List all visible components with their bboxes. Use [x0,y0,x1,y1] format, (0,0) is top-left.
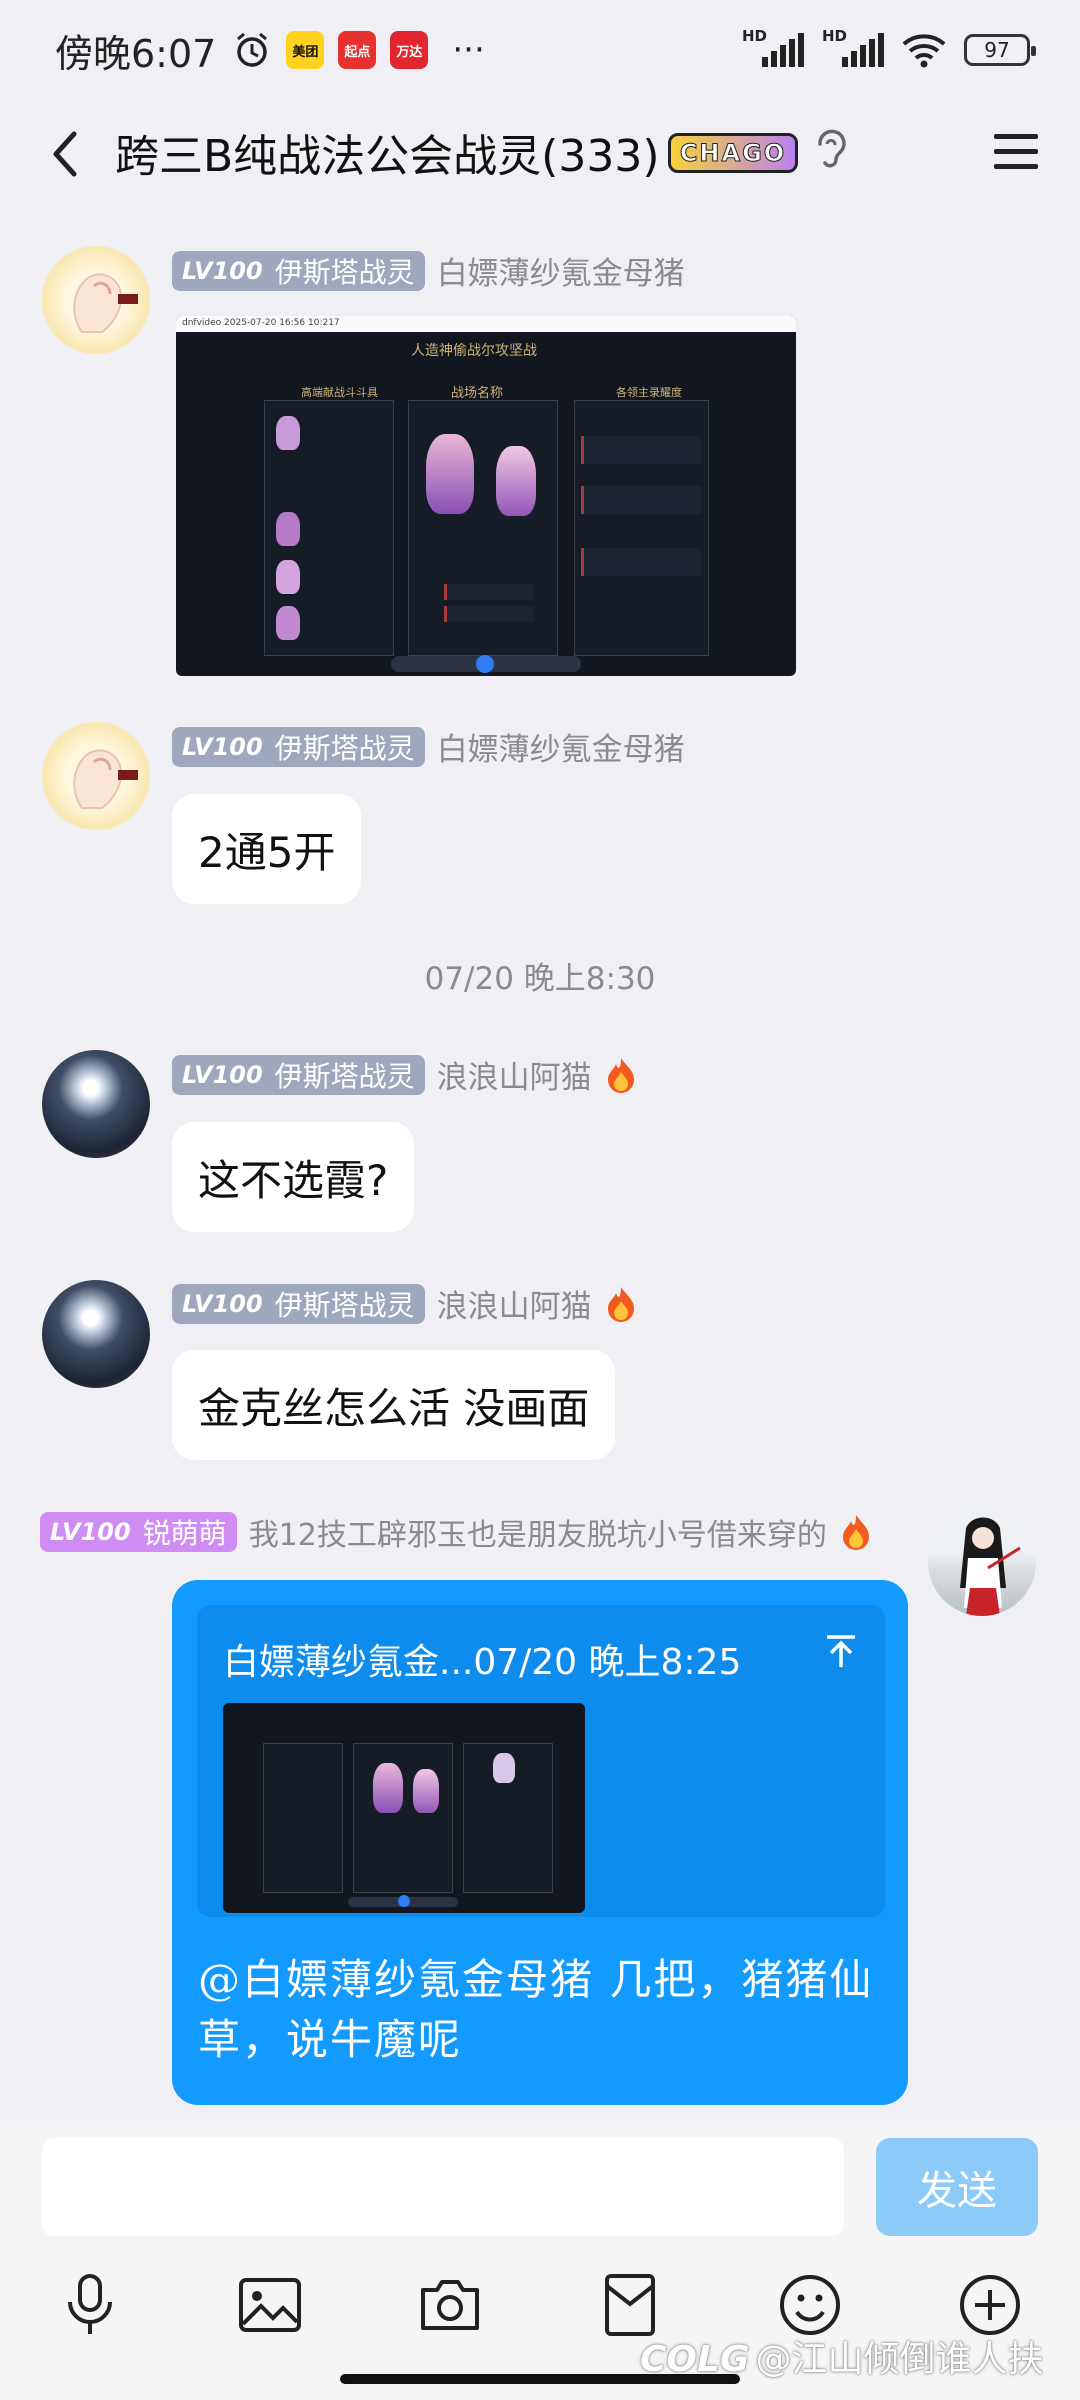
signal-icon-2: HD [822,27,884,67]
more-notifications-icon: ··· [452,30,485,70]
earpiece-mode-icon[interactable] [810,124,850,176]
level-badge: LV100 伊斯塔战灵 [172,250,425,291]
self-title: 我12技工辟邪玉也是朋友脱坑小号借来穿的 [248,1518,827,1553]
alarm-icon [237,32,268,67]
message-input[interactable] [42,2138,844,2236]
sender-name[interactable]: 浪浪山阿猫 [437,1052,592,1097]
status-time: 傍晚6:07 [55,31,217,76]
screenshot-window-title: dnfvideo 2025-07-20 16:56 10:217 [182,318,340,328]
send-button[interactable]: 发送 [876,2138,1038,2236]
screenshot-left-col: 高端献战斗斗具 [301,386,378,399]
chat-screen: 傍晚6:07 美团 起点 万达 ··· HD HD 97 跨三B纯战法公会战灵(… [0,0,1080,2400]
image-message[interactable]: dnfvideo 2025-07-20 16:56 10:217 人造神偷战尔攻… [176,316,796,676]
avatar[interactable] [42,246,150,354]
avatar[interactable] [42,722,150,830]
fire-icon [607,1286,634,1322]
screenshot-right-col: 各领主录耀度 [616,386,682,399]
message-meta: LV100 伊斯塔战灵 浪浪山阿猫 [172,1052,638,1097]
timestamp: 07/20 晚上8:30 [424,961,656,997]
chat-header: 跨三B纯战法公会战灵(333) CHAGO [0,100,1080,218]
signal-icon: HD [742,27,804,67]
self-avatar[interactable] [928,1508,1036,1616]
screenshot-heading: 人造神偷战尔攻坚战 [411,343,537,359]
girl-avatar-icon [960,1517,1021,1616]
quoted-image-thumbnail [223,1703,585,1913]
text-bubble[interactable]: 金克丝怎么活 没画面 [172,1350,616,1460]
wifi-icon [902,34,946,68]
sender-name[interactable]: 浪浪山阿猫 [437,1281,592,1326]
message-meta: LV100 伊斯塔战灵 浪浪山阿猫 [172,1281,638,1326]
level-badge: LV100 伊斯塔战灵 [172,1054,425,1095]
group-title[interactable]: 跨三B纯战法公会战灵(333) [115,120,660,184]
screenshot-sub: 战场名称 [451,386,504,401]
sender-name[interactable]: 白嫖薄纱氪金母猪 [437,724,685,769]
home-indicator[interactable] [340,2374,740,2384]
menu-icon[interactable] [990,126,1042,178]
quote-header: 白嫖薄纱氪金...07/20 晚上8:25 [223,1642,742,1683]
status-bar: 傍晚6:07 美团 起点 万达 ··· HD HD 97 [0,0,1080,100]
message-meta: LV100 伊斯塔战灵 白嫖薄纱氪金母猪 [172,248,685,293]
text-bubble[interactable]: 这不选霞? [172,1122,415,1232]
fire-icon [842,1515,869,1550]
group-badge: CHAGO [668,133,798,173]
avatar[interactable] [42,1050,150,1158]
level-badge: LV100 锐萌萌 [40,1512,237,1552]
fire-icon [607,1057,634,1093]
level-badge: LV100 伊斯塔战灵 [172,726,425,767]
sender-name[interactable]: 白嫖薄纱氪金母猪 [437,248,685,293]
image-icon[interactable] [235,2270,305,2340]
hand-avatar-icon [73,273,138,333]
reply-text: @白嫖薄纱氪金母猪 几把，猪猪仙草，说牛魔呢 [198,1955,874,2064]
avatar[interactable] [42,1280,150,1388]
text-bubble[interactable]: 2通5开 [172,794,362,904]
camera-icon[interactable] [415,2270,485,2340]
play-icon [476,655,494,673]
self-message-meta: LV100 锐萌萌 我12技工辟邪玉也是朋友脱坑小号借来穿的 [40,1510,873,1554]
wanda-app-icon: 万达 [390,31,429,69]
reply-bubble[interactable]: 白嫖薄纱氪金...07/20 晚上8:25 @白嫖薄纱氪金母猪 几把，猪猪仙草，… [172,1580,908,2105]
meituan-app-icon: 美团 [286,31,325,69]
back-arrow-icon[interactable] [38,124,98,184]
microphone-icon[interactable] [55,2270,125,2340]
qidian-app-icon: 起点 [338,31,377,69]
jump-to-quote-icon[interactable] [823,1631,859,1671]
battery-indicator: 97 [964,34,1036,66]
hand-avatar-icon [73,749,138,809]
quoted-message[interactable]: 白嫖薄纱氪金...07/20 晚上8:25 [197,1605,885,1917]
message-meta: LV100 伊斯塔战灵 白嫖薄纱氪金母猪 [172,724,685,769]
level-badge: LV100 伊斯塔战灵 [172,1283,425,1324]
